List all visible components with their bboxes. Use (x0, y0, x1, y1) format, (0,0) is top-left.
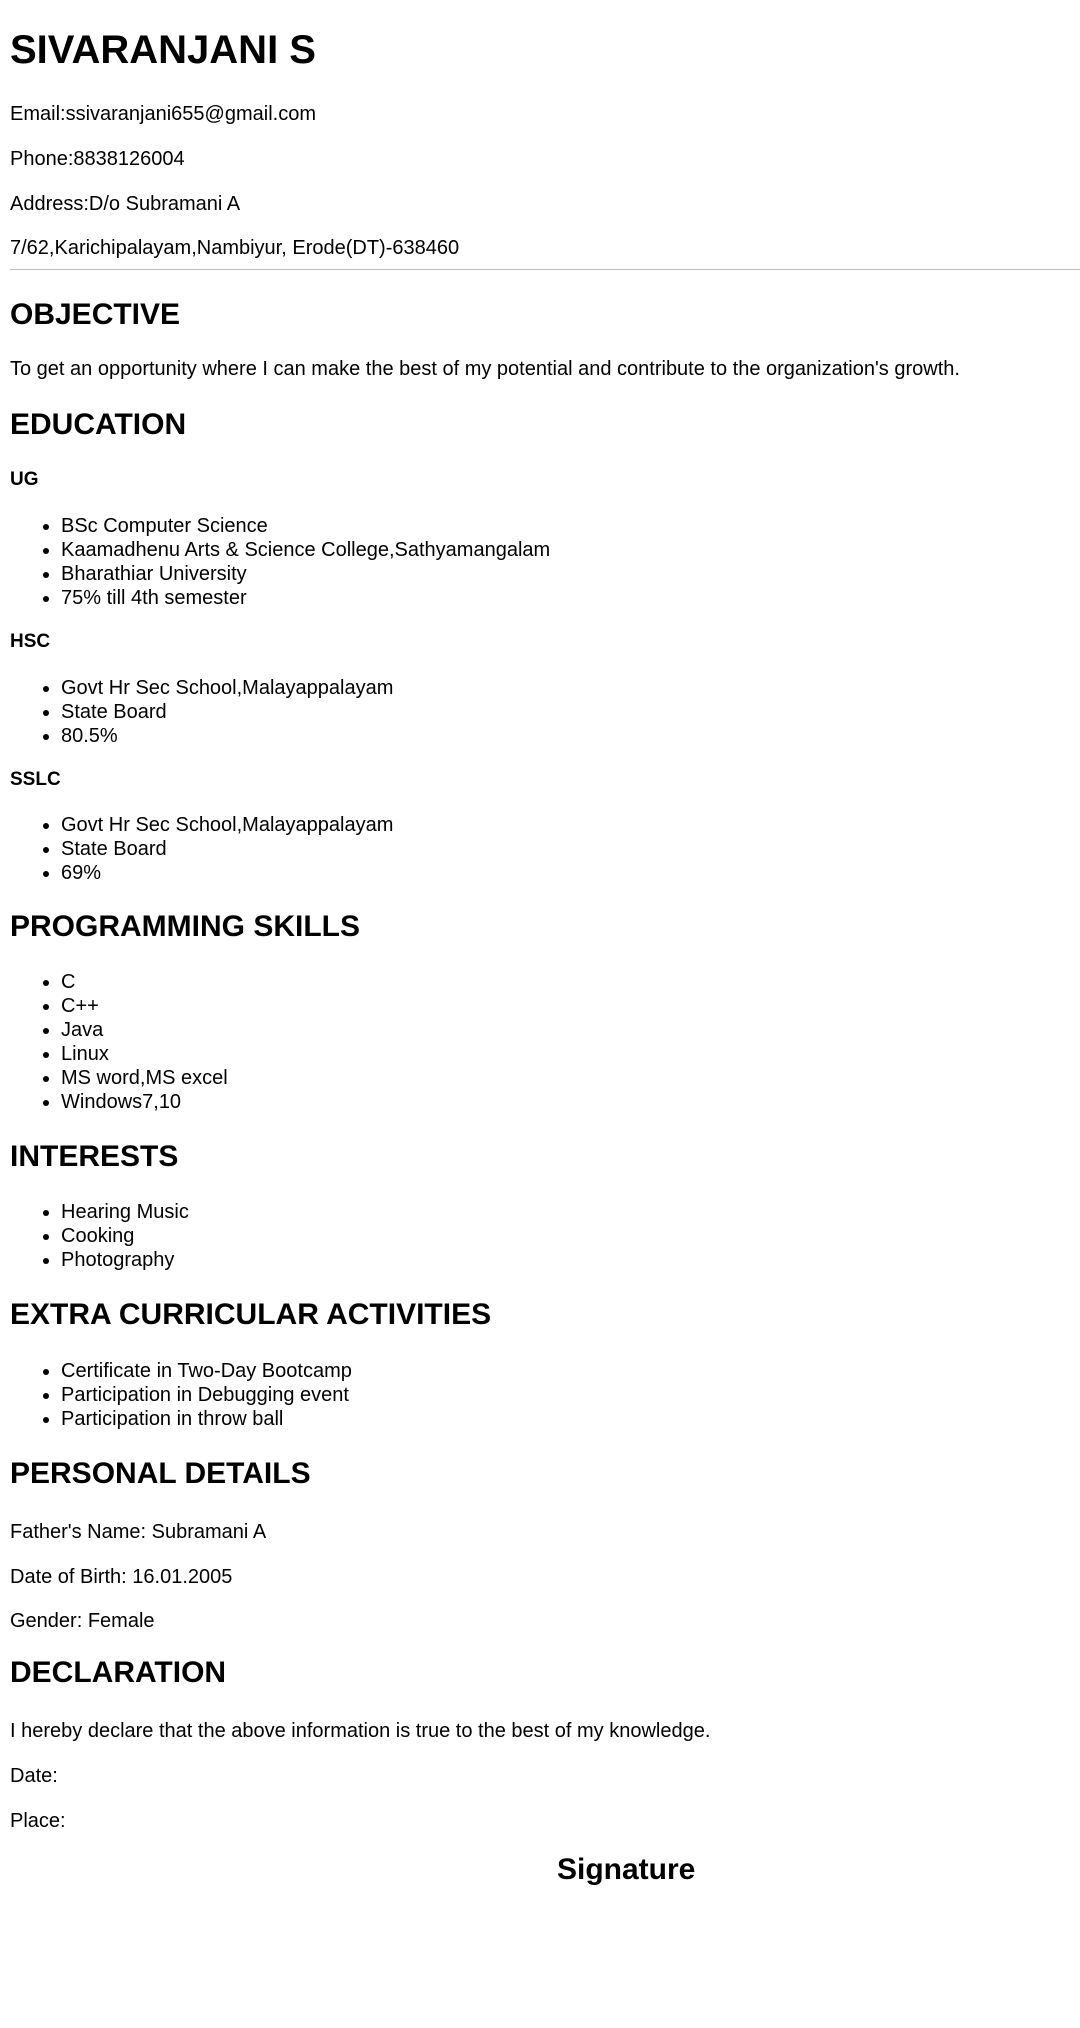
list-item: BSc Computer Science (10, 514, 550, 538)
address-line-1: Address:D/o Subramani A (10, 193, 241, 215)
sslc-list: Govt Hr Sec School,Malayappalayam State … (10, 813, 393, 885)
objective-text: To get an opportunity where I can make t… (10, 358, 960, 380)
gender: Gender: Female (10, 1610, 155, 1632)
email-line: Email:ssivaranjani655@gmail.com (10, 103, 316, 125)
address-line-2: 7/62,Karichipalayam,Nambiyur, Erode(DT)-… (10, 237, 460, 259)
hsc-list: Govt Hr Sec School,Malayappalayam State … (10, 676, 393, 748)
list-item: Windows7,10 (10, 1090, 228, 1114)
skills-list: C C++ Java Linux MS word,MS excel Window… (10, 970, 228, 1114)
list-item: Govt Hr Sec School,Malayappalayam (10, 676, 393, 700)
list-item: C (10, 970, 228, 994)
signature-label: Signature (557, 1853, 696, 1886)
list-item: 80.5% (10, 724, 393, 748)
candidate-name: SIVARANJANI S (10, 28, 316, 72)
list-item: State Board (10, 700, 393, 724)
skills-heading: PROGRAMMING SKILLS (10, 910, 360, 943)
education-heading: EDUCATION (10, 408, 187, 441)
list-item: 75% till 4th semester (10, 586, 550, 610)
ug-list: BSc Computer Science Kaamadhenu Arts & S… (10, 514, 550, 610)
personal-heading: PERSONAL DETAILS (10, 1457, 311, 1490)
sslc-heading: SSLC (10, 769, 61, 790)
list-item: MS word,MS excel (10, 1066, 228, 1090)
phone-line: Phone:8838126004 (10, 148, 185, 170)
list-item: Photography (10, 1248, 189, 1272)
father-name: Father's Name: Subramani A (10, 1521, 267, 1543)
list-item: Java (10, 1018, 228, 1042)
list-item: C++ (10, 994, 228, 1018)
list-item: Certificate in Two-Day Bootcamp (10, 1359, 352, 1383)
declaration-place: Place: (10, 1810, 66, 1832)
interests-heading: INTERESTS (10, 1140, 179, 1173)
list-item: Hearing Music (10, 1200, 189, 1224)
interests-list: Hearing Music Cooking Photography (10, 1200, 189, 1272)
list-item: 69% (10, 861, 393, 885)
list-item: Participation in Debugging event (10, 1383, 352, 1407)
list-item: State Board (10, 837, 393, 861)
extracurricular-list: Certificate in Two-Day Bootcamp Particip… (10, 1359, 352, 1431)
header-divider (10, 269, 1080, 270)
list-item: Linux (10, 1042, 228, 1066)
declaration-date: Date: (10, 1765, 58, 1787)
hsc-heading: HSC (10, 631, 51, 652)
declaration-heading: DECLARATION (10, 1656, 227, 1689)
list-item: Bharathiar University (10, 562, 550, 586)
list-item: Participation in throw ball (10, 1407, 352, 1431)
extracurricular-heading: EXTRA CURRICULAR ACTIVITIES (10, 1298, 492, 1331)
date-of-birth: Date of Birth: 16.01.2005 (10, 1566, 233, 1588)
list-item: Cooking (10, 1224, 189, 1248)
list-item: Kaamadhenu Arts & Science College,Sathya… (10, 538, 550, 562)
list-item: Govt Hr Sec School,Malayappalayam (10, 813, 393, 837)
declaration-text: I hereby declare that the above informat… (10, 1720, 711, 1742)
objective-heading: OBJECTIVE (10, 298, 181, 331)
ug-heading: UG (10, 469, 39, 490)
